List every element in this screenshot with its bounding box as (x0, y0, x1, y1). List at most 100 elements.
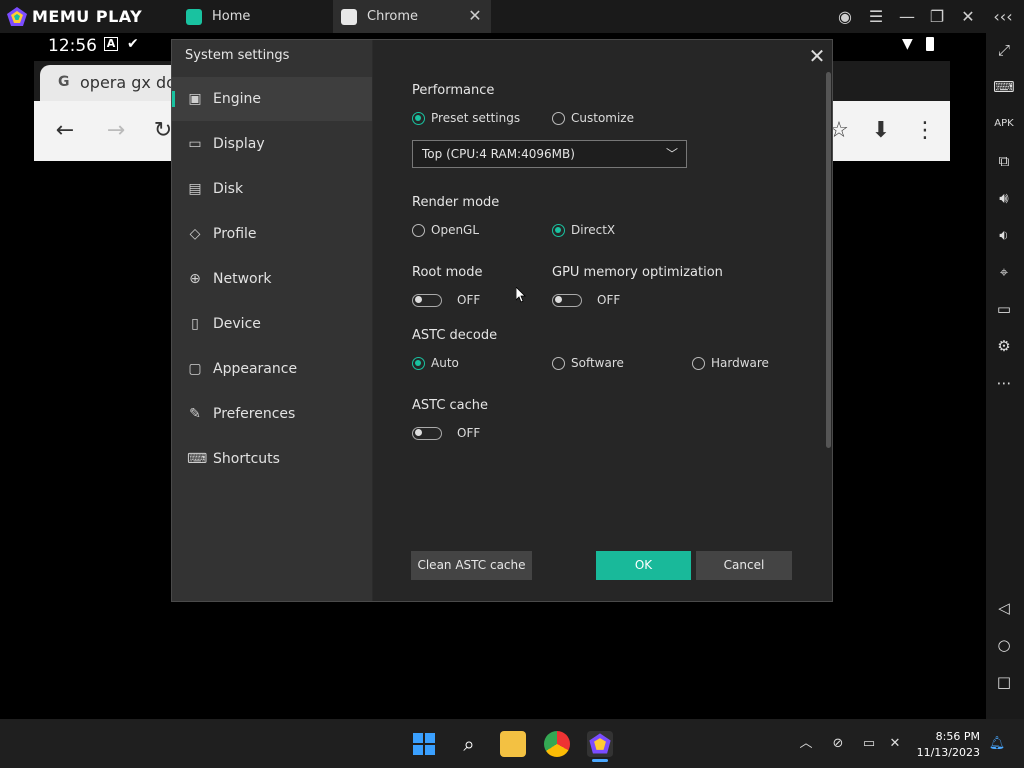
astc-auto-radio[interactable]: Auto (412, 356, 459, 370)
performance-select[interactable]: Top (CPU:4 RAM:4096MB) (412, 140, 687, 168)
memu-logo-icon (7, 7, 27, 26)
clean-astc-cache-button[interactable]: Clean ASTC cache (411, 551, 532, 580)
close-dialog-icon[interactable]: ✕ (806, 45, 828, 67)
sidebar-item-disk[interactable]: ▤ Disk (172, 167, 372, 211)
notification-bell-icon[interactable]: 🔔︎ (988, 736, 1006, 752)
account-icon[interactable]: ◉ (834, 6, 856, 28)
sidebar-item-shortcuts[interactable]: ⌨ Shortcuts (172, 437, 372, 481)
battery-icon (926, 37, 934, 51)
volume-up-icon[interactable]: 🔊︎ (992, 187, 1016, 209)
sidebar-item-device[interactable]: ▯ Device (172, 302, 372, 346)
toggle-state: OFF (597, 293, 621, 307)
sidebar-item-label: Disk (213, 181, 244, 197)
sidebar-item-appearance[interactable]: ▢ Appearance (172, 347, 372, 391)
tab-home-label: Home (212, 9, 251, 24)
close-tab-icon[interactable]: ✕ (467, 8, 483, 24)
active-app-indicator (592, 759, 608, 762)
keyboard-icon: ⌨ (187, 451, 208, 467)
radio-label: Software (571, 356, 624, 370)
multi-instance-icon[interactable]: ⧉ (992, 150, 1016, 172)
taskbar-time[interactable]: 8:56 PM (928, 730, 980, 743)
menu-icon[interactable]: ☰ (865, 6, 887, 28)
astc-cache-toggle[interactable]: OFF (412, 426, 480, 440)
restore-icon[interactable]: ❐ (926, 6, 948, 28)
more-options-icon[interactable]: ⋯ (992, 372, 1016, 394)
tab-home[interactable]: Home (178, 0, 328, 33)
google-icon: G (58, 74, 70, 90)
chrome-more-icon[interactable]: ⋮ (912, 118, 938, 144)
radio-label: OpenGL (431, 223, 480, 237)
monitor-icon: ▭ (188, 136, 202, 152)
opengl-radio[interactable]: OpenGL (412, 223, 479, 237)
android-recents-icon[interactable]: □ (992, 671, 1016, 693)
network-off-icon[interactable]: ⊘ (829, 736, 847, 752)
sidebar-item-label: Appearance (213, 361, 298, 377)
back-icon[interactable]: ← (52, 118, 78, 144)
download-icon[interactable]: ⬇ (868, 118, 894, 144)
taskbar-date[interactable]: 11/13/2023 (912, 746, 980, 759)
radio-label: DirectX (571, 223, 616, 237)
chevron-up-icon[interactable]: ︿ (797, 736, 815, 752)
memu-taskbar-icon[interactable] (587, 731, 613, 757)
android-back-icon[interactable]: ◁ (992, 597, 1016, 619)
sidebar-item-engine[interactable]: ▣ Engine (172, 77, 372, 121)
forward-icon[interactable]: → (103, 118, 129, 144)
radio-dot (412, 356, 425, 370)
disk-icon: ▤ (188, 181, 202, 197)
sidebar-item-profile[interactable]: ◇ Profile (172, 212, 372, 256)
chrome-taskbar-icon[interactable] (544, 731, 570, 757)
sidebar-item-network[interactable]: ⊕ Network (172, 257, 372, 301)
ok-button[interactable]: OK (596, 551, 691, 580)
radio-label: Auto (431, 356, 459, 370)
cancel-button[interactable]: Cancel (696, 551, 792, 580)
keyboard-mapping-icon[interactable]: ⌨ (992, 76, 1016, 98)
gpu-memory-toggle[interactable]: OFF (552, 293, 620, 307)
notification-a-icon: A (104, 37, 118, 51)
window-icon: ▢ (188, 361, 202, 377)
radio-label: Hardware (711, 356, 769, 370)
chevron-down-icon[interactable]: ﹀ (664, 146, 680, 162)
memu-brand-text: MEMU PLAY (32, 7, 143, 26)
astc-software-radio[interactable]: Software (552, 356, 624, 370)
preset-settings-radio[interactable]: Preset settings (412, 111, 520, 125)
toggle-state: OFF (457, 293, 481, 307)
location-icon[interactable]: ⌖ (992, 261, 1016, 283)
render-mode-heading: Render mode (412, 195, 500, 210)
customize-radio[interactable]: Customize (552, 111, 634, 125)
astc-cache-heading: ASTC cache (412, 398, 489, 413)
sidebar-item-preferences[interactable]: ✎ Preferences (172, 392, 372, 436)
root-mode-toggle[interactable]: OFF (412, 293, 480, 307)
file-explorer-icon[interactable] (500, 731, 526, 757)
toggle-switch (412, 293, 442, 307)
apk-icon[interactable]: APK (992, 113, 1016, 135)
radio-dot (552, 223, 565, 237)
directx-radio[interactable]: DirectX (552, 223, 615, 237)
close-window-icon[interactable]: ✕ (957, 6, 979, 28)
display-icon[interactable]: ▭ (860, 736, 878, 752)
performance-heading: Performance (412, 83, 495, 98)
android-home-icon[interactable]: ○ (992, 634, 1016, 656)
content-scrollbar[interactable] (826, 72, 831, 448)
mouse-cursor-icon (516, 287, 526, 303)
tab-chrome[interactable]: Chrome ✕ (333, 0, 491, 33)
tab-chrome-label: Chrome (367, 9, 418, 24)
chrome-tab-title: opera gx do (80, 73, 176, 92)
settings-gear-icon[interactable]: ⚙ (992, 335, 1016, 357)
sidebar-item-display[interactable]: ▭ Display (172, 122, 372, 166)
sidebar-item-label: Display (213, 136, 265, 152)
toggle-switch (552, 293, 582, 307)
radio-dot (412, 111, 425, 125)
astc-hardware-radio[interactable]: Hardware (692, 356, 769, 370)
volume-mute-icon[interactable]: ✕ (886, 736, 904, 752)
minimize-icon[interactable]: — (896, 6, 918, 28)
astc-decode-heading: ASTC decode (412, 328, 498, 343)
collapse-sidebar-icon[interactable]: ‹‹‹ (992, 6, 1014, 28)
volume-down-icon[interactable]: 🔉︎ (992, 224, 1016, 246)
search-icon[interactable]: ⌕ (456, 731, 482, 757)
check-notification-icon: ✔ (127, 36, 139, 52)
fullscreen-icon[interactable]: ⤢ (992, 39, 1016, 61)
folder-icon[interactable]: ▭ (992, 298, 1016, 320)
home-app-icon (186, 8, 202, 25)
chrome-app-icon (341, 8, 357, 25)
windows-start-icon[interactable] (412, 732, 436, 756)
